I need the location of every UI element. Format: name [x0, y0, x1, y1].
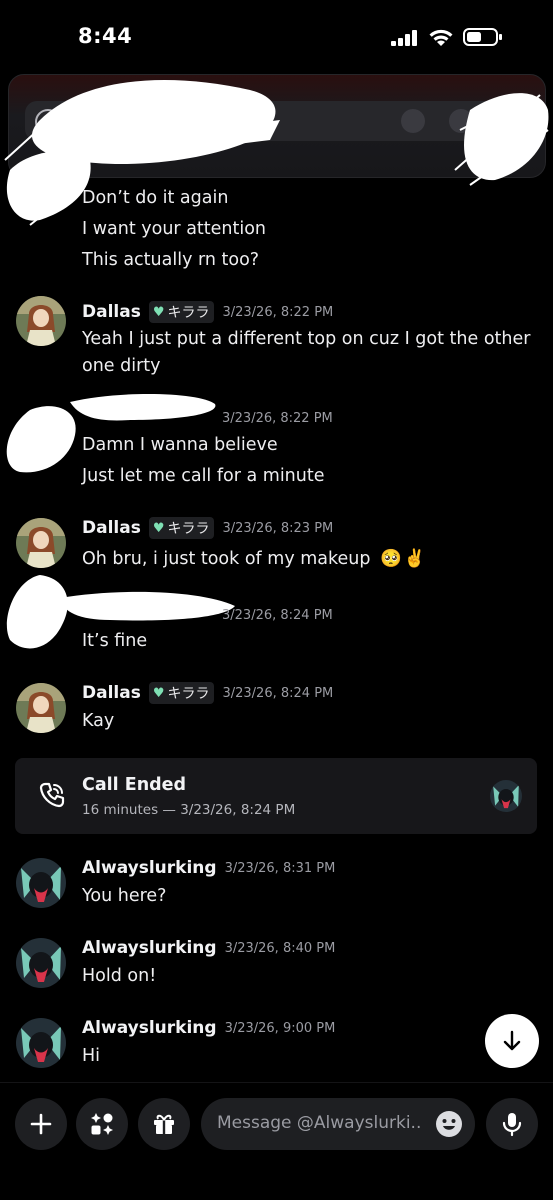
message-text-content: Oh bru, i just took of my makeup — [82, 549, 371, 569]
participant-avatar — [490, 780, 522, 812]
avatar[interactable] — [16, 683, 66, 733]
status-time: 8:44 — [78, 24, 133, 48]
server-tag[interactable]: ♥ キララ — [148, 301, 215, 323]
message-header: Alwayslurking 3/23/26, 8:40 PM — [82, 936, 335, 960]
phone-icon — [39, 782, 65, 808]
message-header: Alwayslurking 3/23/26, 9:00 PM — [82, 1016, 335, 1040]
timestamp: 3/23/26, 8:23 PM — [222, 520, 334, 536]
username[interactable]: Alwayslurking — [82, 938, 217, 958]
heart-icon: ♥ — [152, 304, 165, 320]
username[interactable]: Dallas — [82, 683, 141, 703]
message-text: Don’t do it again — [82, 188, 229, 208]
heart-icon: ♥ — [152, 685, 165, 701]
message-text: Hold on! — [82, 966, 157, 986]
avatar[interactable] — [16, 858, 66, 908]
message-input[interactable]: Message @Alwayslurki.. — [201, 1098, 475, 1150]
message-text: Damn I wanna believe — [82, 435, 278, 455]
avatar[interactable] — [16, 518, 66, 568]
message-header: Dallas ♥ キララ 3/23/26, 8:24 PM — [82, 681, 333, 705]
message-header: Dallas ♥ キララ 3/23/26, 8:23 PM — [82, 516, 333, 540]
gift-button[interactable] — [138, 1098, 190, 1150]
avatar[interactable] — [16, 938, 66, 988]
back-icon[interactable] — [35, 109, 61, 135]
message-text: one dirty — [82, 356, 161, 376]
message-group[interactable]: Alwayslurking 3/23/26, 9:00 PM Hi — [0, 1016, 553, 1072]
username[interactable]: Dallas — [82, 518, 141, 538]
status-bar: 8:44 — [0, 0, 553, 70]
message-placeholder: Message @Alwayslurki.. — [217, 1113, 422, 1133]
server-tag[interactable]: ♥ キララ — [148, 517, 215, 539]
cellular-signal-icon — [391, 30, 417, 46]
timestamp: 3/23/26, 8:22 PM — [222, 304, 334, 320]
username[interactable]: Dallas — [82, 302, 141, 322]
voice-call-icon[interactable] — [401, 109, 425, 133]
avatar[interactable] — [16, 1018, 66, 1068]
message-header: Dallas ♥ キララ 3/23/26, 8:22 PM — [82, 300, 333, 324]
header-partial-text: n — [499, 93, 508, 109]
gift-icon — [154, 1114, 174, 1134]
victory-hand-emoji: ✌️ — [403, 549, 426, 569]
add-button[interactable] — [15, 1098, 67, 1150]
microphone-icon — [502, 1113, 522, 1137]
message-text: Oh bru, i just took of my makeup 🥺 ✌️ — [82, 546, 426, 572]
battery-icon — [463, 28, 502, 46]
heart-icon: ♥ — [152, 520, 165, 536]
plus-icon — [30, 1113, 52, 1135]
message-group[interactable]: Dallas ♥ キララ 3/23/26, 8:22 PM Yeah I jus… — [0, 296, 553, 380]
timestamp: 3/23/26, 8:24 PM — [222, 607, 333, 623]
message-text: This actually rn too? — [82, 250, 260, 270]
emoji-icon[interactable] — [435, 1110, 463, 1138]
message-text: Hi — [82, 1046, 101, 1066]
wifi-icon — [429, 29, 453, 46]
message-text: It’s fine — [82, 631, 148, 651]
timestamp: 3/23/26, 8:40 PM — [224, 940, 336, 956]
message-group[interactable]: Alwayslurking 3/23/26, 8:31 PM You here? — [0, 856, 553, 912]
username[interactable]: Alwayslurking — [82, 858, 217, 878]
apps-icon — [91, 1113, 113, 1135]
voice-message-button[interactable] — [486, 1098, 538, 1150]
jump-to-bottom-button[interactable] — [485, 1014, 539, 1068]
apps-button[interactable] — [76, 1098, 128, 1150]
conversation-header: n — [8, 74, 546, 178]
server-tag[interactable]: ♥ キララ — [148, 682, 215, 704]
message-header: Alwayslurking 3/23/26, 8:31 PM — [82, 856, 335, 880]
message-text: Kay — [82, 711, 115, 731]
message-group[interactable]: Dallas ♥ キララ 3/23/26, 8:24 PM Kay — [0, 681, 553, 737]
message-group[interactable]: Dallas ♥ キララ 3/23/26, 8:23 PM Oh bru, i … — [0, 516, 553, 576]
message-group[interactable]: 3/23/26, 8:24 PM It’s fine — [0, 603, 553, 653]
message-header: 3/23/26, 8:24 PM — [222, 603, 333, 627]
server-tag-label: キララ — [167, 686, 210, 702]
video-call-icon[interactable] — [449, 109, 473, 133]
message-group[interactable]: Alwayslurking 3/23/26, 8:40 PM Hold on! — [0, 936, 553, 992]
pleading-face-emoji: 🥺 — [380, 549, 402, 569]
username[interactable]: Alwayslurking — [82, 1018, 217, 1038]
message-group[interactable]: 3/23/26, 8:22 PM Damn I wanna believe Ju… — [0, 406, 553, 487]
timestamp: 3/23/26, 8:24 PM — [222, 685, 334, 701]
message-text: I want your attention — [82, 219, 267, 239]
avatar[interactable] — [16, 296, 66, 346]
server-tag-label: キララ — [167, 305, 210, 321]
timestamp: 3/23/26, 8:22 PM — [222, 410, 333, 426]
message-text: Just let me call for a minute — [82, 466, 325, 486]
arrow-down-icon — [503, 1030, 521, 1051]
timestamp: 3/23/26, 9:00 PM — [224, 1020, 336, 1036]
message-header: 3/23/26, 8:22 PM — [222, 406, 333, 430]
call-ended-subtitle: 16 minutes — 3/23/26, 8:24 PM — [82, 802, 296, 818]
server-tag-label: キララ — [167, 521, 210, 537]
composer-bar: Message @Alwayslurki.. — [0, 1082, 553, 1200]
message-continuation: Don’t do it again I want your attention … — [0, 185, 553, 275]
call-ended-card[interactable]: Call Ended 16 minutes — 3/23/26, 8:24 PM — [15, 758, 537, 834]
message-text: Yeah I just put a different top on cuz I… — [82, 329, 531, 349]
message-text: You here? — [82, 886, 167, 906]
timestamp: 3/23/26, 8:31 PM — [224, 860, 336, 876]
call-ended-title: Call Ended — [82, 775, 187, 795]
